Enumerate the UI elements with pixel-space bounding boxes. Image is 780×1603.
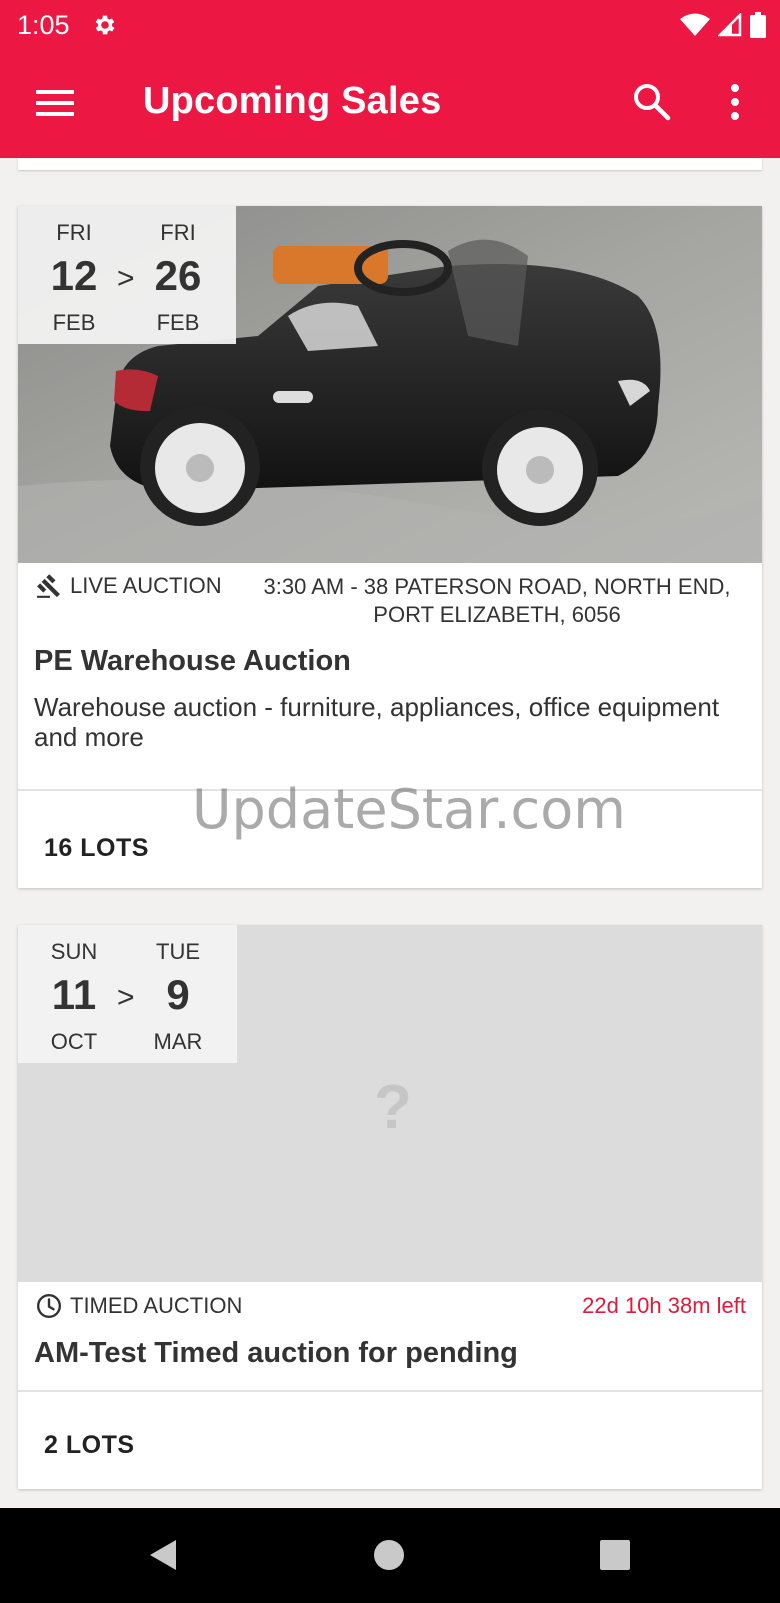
gavel-icon (37, 574, 60, 598)
recents-icon[interactable] (598, 1538, 632, 1572)
end-weekday: TUE (156, 939, 200, 964)
page-title: Upcoming Sales (143, 80, 442, 122)
time-remaining: 22d 10h 38m left (582, 1293, 746, 1318)
divider (18, 1390, 762, 1392)
end-month: FEB (156, 310, 200, 335)
app-bar: Upcoming Sales (0, 50, 780, 158)
start-weekday: FRI (56, 220, 92, 245)
lot-count[interactable]: 16 LOTS (44, 834, 149, 863)
start-day: 12 (50, 252, 98, 299)
watermark: UpdateStar.com (192, 778, 626, 841)
sale-title: PE Warehouse Auction (34, 645, 351, 677)
auction-type: LIVE AUCTION (36, 573, 222, 599)
status-time: 1:05 (17, 10, 70, 40)
location-line-1: 3:30 AM - 38 PATERSON ROAD, NORTH END, (263, 574, 731, 599)
status-bar: 1:05 (0, 0, 780, 50)
system-navigation-bar (0, 1508, 780, 1603)
search-icon[interactable] (630, 80, 674, 124)
range-separator: > (117, 981, 135, 1014)
end-day: 9 (166, 971, 190, 1018)
sale-location: 3:30 AM - 38 PATERSON ROAD, NORTH END, P… (243, 573, 751, 629)
sale-description: Warehouse auction - furniture, appliance… (34, 692, 720, 752)
sale-title: AM-Test Timed auction for pending (34, 1337, 518, 1369)
start-month: FEB (52, 310, 96, 335)
end-month: MAR (153, 1029, 203, 1054)
more-vert-icon[interactable] (720, 80, 750, 124)
settings-icon (95, 15, 115, 35)
date-range: SUN 11 OCT > TUE 9 MAR (18, 925, 237, 1063)
previous-sale-card[interactable] (18, 158, 762, 170)
start-day: 11 (51, 971, 97, 1018)
range-separator: > (117, 262, 135, 295)
start-weekday: SUN (50, 939, 98, 964)
date-range: FRI 12 FEB > FRI 26 FEB (18, 206, 236, 344)
start-month: OCT (50, 1029, 98, 1054)
auction-type-label: TIMED AUCTION (70, 1293, 243, 1318)
menu-icon[interactable] (34, 84, 76, 122)
sale-card[interactable]: ? SUN 11 OCT > TUE 9 MAR TIMED AUCTION 2… (18, 925, 762, 1489)
placeholder-question-mark: ? (374, 1073, 412, 1142)
home-icon[interactable] (372, 1538, 406, 1572)
battery-icon (750, 12, 766, 38)
cell-signal-icon (718, 13, 742, 37)
location-line-2: PORT ELIZABETH, 6056 (373, 602, 621, 627)
wifi-icon (680, 13, 710, 36)
end-weekday: FRI (160, 220, 196, 245)
end-day: 26 (154, 252, 202, 299)
system-icons (680, 11, 766, 39)
auction-type: TIMED AUCTION (36, 1293, 242, 1319)
auction-type-label: LIVE AUCTION (70, 573, 222, 598)
lot-count[interactable]: 2 LOTS (44, 1431, 135, 1460)
clock-icon (36, 1293, 62, 1319)
back-icon[interactable] (146, 1538, 180, 1572)
